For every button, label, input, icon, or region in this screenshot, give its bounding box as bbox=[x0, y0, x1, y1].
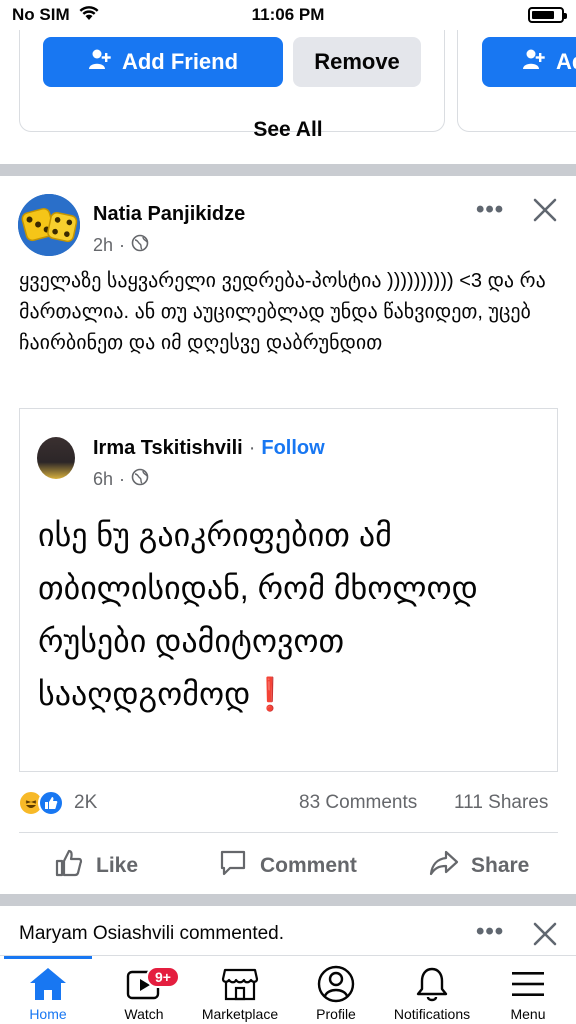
tab-marketplace[interactable]: Marketplace bbox=[192, 956, 288, 1024]
meta-separator: · bbox=[119, 235, 126, 255]
author-separator: · bbox=[248, 437, 256, 459]
share-icon bbox=[429, 848, 459, 884]
add-friend-label: Add Friend bbox=[121, 49, 239, 74]
add-person-icon bbox=[88, 47, 112, 77]
close-icon[interactable] bbox=[531, 196, 559, 229]
watch-badge: 9+ bbox=[146, 966, 180, 988]
add-friend-button[interactable]: Add Friend bbox=[43, 37, 283, 87]
remove-button[interactable]: Remove bbox=[293, 37, 421, 87]
avatar[interactable] bbox=[37, 437, 75, 479]
shared-time[interactable]: 6h bbox=[93, 469, 113, 490]
notifications-icon bbox=[412, 964, 452, 1004]
comment-icon bbox=[218, 848, 248, 884]
tab-marketplace-label: Marketplace bbox=[201, 1006, 279, 1022]
menu-icon bbox=[508, 964, 548, 1004]
tab-home-label: Home bbox=[29, 1006, 67, 1022]
section-divider bbox=[0, 894, 576, 906]
post-author[interactable]: Natia Panjikidze bbox=[93, 203, 245, 226]
tab-profile[interactable]: Profile bbox=[288, 956, 384, 1024]
shares-count[interactable]: 111 Shares bbox=[454, 792, 548, 814]
suggestion-card: Add Friend Remove bbox=[19, 30, 445, 132]
tab-watch[interactable]: 9+ Watch bbox=[96, 956, 192, 1024]
comments-count[interactable]: 83 Comments bbox=[299, 792, 417, 814]
reactions-count: 2K bbox=[74, 792, 98, 813]
globe-icon bbox=[131, 234, 149, 257]
battery-icon bbox=[528, 7, 567, 23]
shared-post[interactable]: Irma Tskitishvili · Follow 6h · ისე ნუ გ… bbox=[19, 408, 558, 772]
more-icon[interactable]: ••• bbox=[476, 196, 504, 224]
more-icon[interactable]: ••• bbox=[476, 918, 504, 946]
carrier-label: No SIM bbox=[12, 5, 70, 24]
status-time: 11:06 PM bbox=[251, 5, 325, 24]
add-friend-button[interactable]: Ad bbox=[482, 37, 576, 87]
post-time[interactable]: 2h bbox=[93, 235, 113, 256]
status-bar: No SIM 11:06 PM bbox=[0, 0, 576, 30]
tab-notifications-label: Notifications bbox=[393, 1006, 471, 1022]
exclamation-icon: ❗ bbox=[250, 676, 291, 712]
shared-author[interactable]: Irma Tskitishvili bbox=[93, 437, 243, 460]
tab-bar: Home 9+ Watch Marketplace Profile Notifi… bbox=[0, 955, 576, 1024]
follow-button[interactable]: Follow bbox=[261, 437, 324, 460]
see-all-button[interactable]: See All bbox=[0, 118, 576, 142]
actions-divider bbox=[19, 832, 558, 833]
like-reaction-icon bbox=[38, 790, 64, 816]
add-friend-label: Ad bbox=[556, 49, 576, 74]
wifi-icon bbox=[78, 5, 100, 26]
tab-profile-label: Profile bbox=[316, 1006, 356, 1022]
tab-home[interactable]: Home bbox=[0, 956, 96, 1024]
add-person-icon bbox=[522, 47, 546, 77]
watch-icon: 9+ bbox=[124, 964, 180, 1004]
globe-icon bbox=[131, 468, 149, 491]
active-tab-indicator bbox=[4, 956, 92, 959]
avatar[interactable] bbox=[18, 194, 80, 256]
profile-icon bbox=[316, 964, 356, 1004]
share-label: Share bbox=[471, 854, 530, 877]
shared-meta: 6h · bbox=[93, 468, 149, 491]
tab-menu-label: Menu bbox=[510, 1006, 546, 1022]
tab-watch-label: Watch bbox=[124, 1006, 164, 1022]
next-notification-text[interactable]: Maryam Osiashvili commented. bbox=[19, 923, 284, 945]
tab-notifications[interactable]: Notifications bbox=[384, 956, 480, 1024]
like-icon bbox=[54, 848, 84, 884]
comment-label: Comment bbox=[260, 854, 357, 877]
comment-button[interactable]: Comment bbox=[218, 848, 357, 884]
friend-suggestions: Add Friend Remove Ad See All bbox=[0, 30, 576, 164]
post-text: ყველაზე საყვარელი ვედრება-პოსტია )))))))… bbox=[19, 270, 546, 354]
shared-author-line: Irma Tskitishvili · Follow bbox=[93, 437, 325, 460]
post-meta: 2h · bbox=[93, 234, 149, 257]
shared-text: ისე ნუ გაიკრიფებით ამ თბილისიდან, რომ მხ… bbox=[38, 509, 538, 721]
meta-separator: · bbox=[119, 469, 126, 489]
section-divider bbox=[0, 164, 576, 176]
like-label: Like bbox=[96, 854, 139, 877]
like-button[interactable]: Like bbox=[54, 848, 138, 884]
tab-menu[interactable]: Menu bbox=[480, 956, 576, 1024]
reactions-summary[interactable]: 2K bbox=[18, 790, 97, 816]
suggestion-card: Ad bbox=[457, 30, 576, 132]
share-button[interactable]: Share bbox=[429, 848, 529, 884]
home-icon bbox=[28, 964, 68, 1004]
marketplace-icon bbox=[220, 964, 260, 1004]
close-icon[interactable] bbox=[531, 920, 559, 953]
